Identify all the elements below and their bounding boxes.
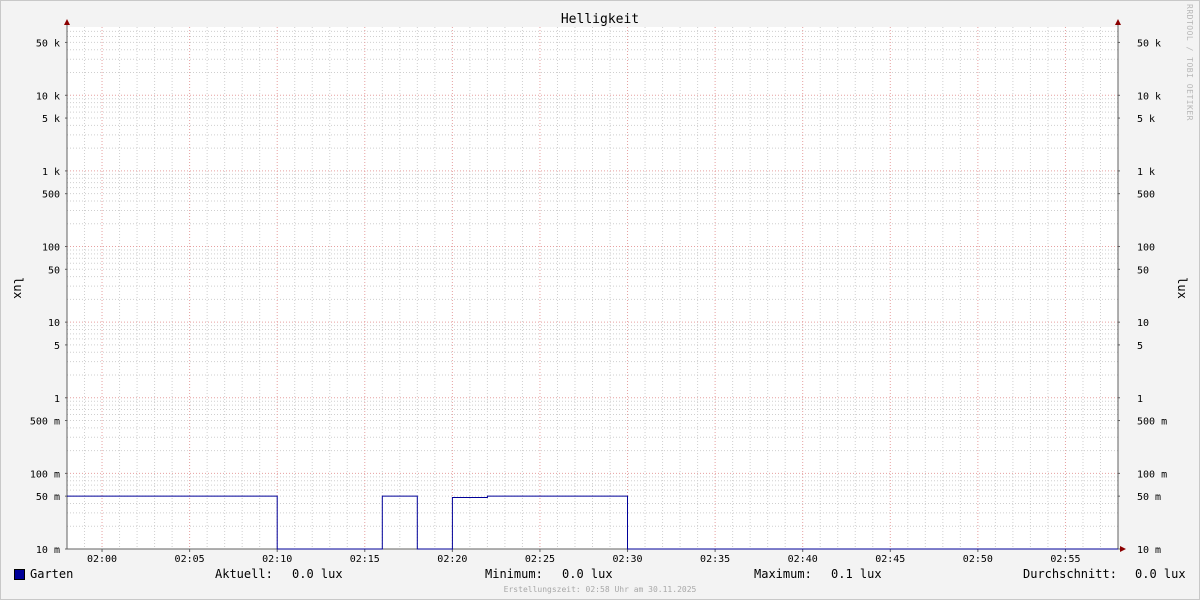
x-tick-label: 02:00 bbox=[87, 554, 117, 565]
average-label: Durchschnitt: bbox=[1023, 567, 1117, 581]
y-tick-label-right: 50 m bbox=[1137, 492, 1161, 503]
y-axis-left-ticks: 50 k 10 k 5 k 1 k 500 100 50 10 5 1 500 m 100 m 50 m… bbox=[30, 38, 67, 556]
y-axis-right-ticks: 50 k 10 k 5 k 1 k 500 100 50 10 5 1 500 m 100 m 50 m… bbox=[1118, 38, 1167, 556]
minimum-label: Minimum: bbox=[485, 567, 543, 581]
y-tick-label-right: 1 bbox=[1137, 394, 1143, 405]
x-tick-label: 02:40 bbox=[788, 554, 818, 565]
current-label: Aktuell: bbox=[215, 567, 273, 581]
average-value: 0.0 lux bbox=[1135, 567, 1186, 581]
current-value: 0.0 lux bbox=[292, 567, 343, 581]
y-tick-label-left: 50 k bbox=[36, 38, 60, 49]
y-tick-label-left: 1 k bbox=[42, 167, 60, 178]
y-tick-label-right: 50 bbox=[1137, 265, 1149, 276]
x-tick-label: 02:35 bbox=[700, 554, 730, 565]
y-tick-label-left: 50 bbox=[48, 265, 60, 276]
x-tick-label: 02:30 bbox=[612, 554, 642, 565]
y-tick-label-left: 10 k bbox=[36, 91, 60, 102]
y-tick-label-right: 10 k bbox=[1137, 91, 1161, 102]
x-tick-label: 02:55 bbox=[1050, 554, 1080, 565]
y-tick-label-left: 5 k bbox=[42, 114, 60, 125]
brightness-chart: 50 k 10 k 5 k 1 k 500 100 50 10 5 1 500 m 100 m 50 m… bbox=[11, 12, 1189, 565]
y-tick-label-left: 10 bbox=[48, 318, 60, 329]
y-tick-label-left: 50 m bbox=[36, 492, 60, 503]
x-tick-label: 02:20 bbox=[437, 554, 467, 565]
y-tick-label-right: 1 k bbox=[1137, 167, 1155, 178]
y-tick-label-right: 500 m bbox=[1137, 417, 1167, 428]
creation-time: Erstellungszeit: 02:58 Uhr am 30.11.2025 bbox=[503, 585, 697, 594]
y-tick-label-left: 10 m bbox=[36, 545, 60, 556]
y-tick-label-left: 500 m bbox=[30, 417, 60, 428]
legend-swatch bbox=[14, 569, 25, 580]
y-axis-label-right: lux bbox=[1175, 277, 1189, 299]
legend: Garten Aktuell: 0.0 lux Minimum: 0.0 lux… bbox=[0, 566, 1200, 584]
y-tick-label-left: 500 bbox=[42, 190, 60, 201]
x-tick-label: 02:10 bbox=[262, 554, 292, 565]
y-tick-label-right: 100 bbox=[1137, 243, 1155, 254]
y-tick-label-right: 5 bbox=[1137, 341, 1143, 352]
minimum-value: 0.0 lux bbox=[562, 567, 613, 581]
y-tick-label-left: 100 m bbox=[30, 469, 60, 480]
y-axis-right-arrow bbox=[1115, 19, 1121, 25]
x-tick-label: 02:45 bbox=[875, 554, 905, 565]
legend-series-name: Garten bbox=[30, 567, 74, 581]
x-tick-label: 02:15 bbox=[350, 554, 380, 565]
chart-title: Helligkeit bbox=[561, 12, 639, 27]
x-axis-arrow bbox=[1120, 546, 1126, 552]
y-tick-label-right: 10 bbox=[1137, 318, 1149, 329]
y-tick-label-right: 500 bbox=[1137, 190, 1155, 201]
y-axis-left-arrow bbox=[64, 19, 70, 25]
y-tick-label-right: 50 k bbox=[1137, 38, 1161, 49]
x-tick-label: 02:50 bbox=[963, 554, 993, 565]
y-tick-label-right: 100 m bbox=[1137, 469, 1167, 480]
y-tick-label-left: 5 bbox=[54, 341, 60, 352]
y-tick-label-left: 1 bbox=[54, 394, 60, 405]
x-tick-label: 02:25 bbox=[525, 554, 555, 565]
x-axis-ticks: 02:00 02:05 02:10 02:15 02:20 02:25 02:30 02:35… bbox=[87, 549, 1081, 565]
maximum-value: 0.1 lux bbox=[831, 567, 882, 581]
x-tick-label: 02:05 bbox=[175, 554, 205, 565]
y-axis-label-left: lux bbox=[11, 277, 25, 299]
y-tick-label-right: 10 m bbox=[1137, 545, 1161, 556]
maximum-label: Maximum: bbox=[754, 567, 812, 581]
y-tick-label-left: 100 bbox=[42, 243, 60, 254]
y-tick-label-right: 5 k bbox=[1137, 114, 1155, 125]
rrdtool-credit: RRDTOOL / TOBI OETIKER bbox=[1185, 4, 1194, 121]
